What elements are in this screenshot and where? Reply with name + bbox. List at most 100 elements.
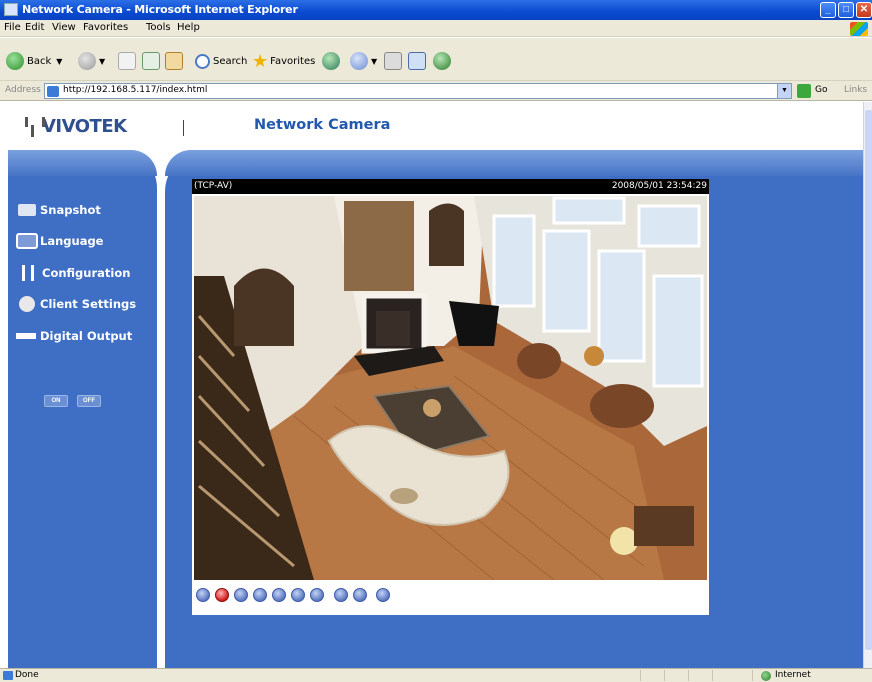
record-icon[interactable] (215, 588, 229, 602)
address-bar: Address http://192.168.5.117/index.html … (0, 81, 872, 101)
home-icon (165, 52, 183, 70)
pause-icon[interactable] (253, 588, 267, 602)
status-segment (640, 670, 662, 681)
chevron-down-icon[interactable]: ▼ (777, 84, 791, 98)
menu-edit[interactable]: Edit (25, 22, 44, 33)
language-link[interactable]: Language (16, 231, 104, 251)
favorites-button[interactable]: ★ Favorites (252, 50, 315, 72)
edit-icon (408, 52, 426, 70)
back-arrow-icon (6, 52, 24, 70)
refresh-button[interactable] (142, 50, 163, 72)
vivotek-logo-icon (24, 117, 40, 137)
close-icon[interactable]: ✕ (856, 2, 872, 18)
video-control-bar (192, 583, 709, 611)
stop-button[interactable] (118, 50, 139, 72)
address-input[interactable]: http://192.168.5.117/index.html ▼ (44, 83, 792, 99)
language-label: Language (40, 234, 104, 248)
minimize-icon[interactable]: _ (820, 2, 836, 18)
print-button[interactable] (384, 50, 405, 72)
search-button[interactable]: Search (195, 50, 247, 72)
page-icon (47, 86, 59, 97)
stop-icon[interactable] (272, 588, 286, 602)
menu-view[interactable]: View (52, 22, 76, 33)
media-button[interactable] (322, 50, 343, 72)
star-icon: ★ (252, 50, 269, 72)
camera-icon (18, 204, 36, 216)
messenger-button[interactable] (433, 50, 454, 72)
windows-logo-icon (850, 22, 868, 36)
maximize-icon[interactable]: □ (838, 2, 854, 18)
back-button[interactable]: Back ▼ (6, 50, 62, 72)
client-settings-link[interactable]: Client Settings (16, 294, 136, 314)
chevron-down-icon[interactable]: ▼ (371, 57, 377, 66)
volume-icon[interactable] (291, 588, 305, 602)
client-settings-label: Client Settings (40, 297, 137, 311)
status-segment (712, 670, 734, 681)
go-button[interactable]: Go (815, 85, 827, 95)
client-settings-icon (19, 296, 35, 312)
snapshot-link[interactable]: Snapshot (16, 200, 101, 220)
go-arrow-icon[interactable] (797, 84, 811, 98)
page-done-icon (3, 671, 13, 680)
menu-tools[interactable]: Tools (146, 22, 171, 33)
vivotek-logo[interactable]: VIVOTEK (24, 116, 127, 137)
search-icon (195, 53, 210, 69)
status-segment (664, 670, 686, 681)
forward-arrow-icon (78, 52, 96, 70)
links-button[interactable]: Links (844, 85, 867, 95)
vertical-scrollbar[interactable] (863, 102, 872, 668)
media-icon (322, 52, 340, 70)
refresh-icon (142, 52, 160, 70)
mic-icon[interactable] (353, 588, 367, 602)
digital-output-icon (16, 333, 36, 339)
logo-text: VIVOTEK (42, 116, 127, 137)
live-video-frame[interactable] (194, 196, 707, 580)
fullscreen-icon[interactable] (376, 588, 390, 602)
snapshot-label: Snapshot (40, 203, 101, 217)
stop-icon (118, 52, 136, 70)
header-divider (183, 120, 184, 136)
browser-toolbar: Back ▼ ▼ Search ★ Favorites ▼ (0, 38, 872, 81)
menu-help[interactable]: Help (177, 22, 200, 33)
history-icon (350, 52, 368, 70)
digital-output-off-button[interactable]: OFF (77, 395, 101, 407)
security-zone-label: Internet (775, 670, 811, 680)
zoom-icon[interactable] (196, 588, 210, 602)
video-caption-bar: (TCP-AV) 2008/05/01 23:54:29 (192, 179, 709, 194)
status-text: Done (15, 670, 39, 680)
favorites-label: Favorites (270, 55, 316, 67)
talk-icon[interactable] (334, 588, 348, 602)
window-titlebar: Network Camera - Microsoft Internet Expl… (0, 0, 872, 20)
mute-icon[interactable] (310, 588, 324, 602)
digital-output-item: Digital Output (16, 326, 132, 346)
stream-format: (TCP-AV) (194, 181, 233, 191)
home-button[interactable] (165, 50, 186, 72)
print-icon (384, 52, 402, 70)
video-timestamp: 2008/05/01 23:54:29 (611, 181, 707, 191)
configuration-link[interactable]: Configuration (16, 263, 130, 283)
chevron-down-icon[interactable]: ▼ (99, 57, 105, 66)
back-label: Back (27, 55, 52, 67)
menu-file[interactable]: File (4, 22, 21, 33)
scrollbar-thumb[interactable] (865, 110, 872, 650)
history-button[interactable]: ▼ (350, 50, 377, 72)
chevron-down-icon[interactable]: ▼ (56, 57, 62, 66)
status-bar: Done Internet (0, 668, 872, 682)
ie-app-icon (4, 3, 18, 16)
video-viewer: (TCP-AV) 2008/05/01 23:54:29 (192, 179, 709, 615)
page-viewport: VIVOTEK Network Camera Snapshot Language… (0, 102, 872, 668)
status-segment (688, 670, 710, 681)
internet-zone-icon (761, 671, 771, 681)
menu-favorites[interactable]: Favorites (83, 22, 128, 33)
search-label: Search (213, 55, 248, 67)
digital-output-on-button[interactable]: ON (44, 395, 68, 407)
digital-output-label: Digital Output (40, 329, 133, 343)
language-icon (16, 233, 38, 249)
snapshot-icon[interactable] (234, 588, 248, 602)
forward-button[interactable]: ▼ (78, 50, 105, 72)
address-url[interactable]: http://192.168.5.117/index.html (63, 85, 207, 95)
page-header: VIVOTEK Network Camera (0, 102, 863, 150)
edit-button[interactable] (408, 50, 429, 72)
configuration-label: Configuration (42, 266, 131, 280)
menu-bar: File Edit View Favorites Tools Help (0, 20, 872, 37)
